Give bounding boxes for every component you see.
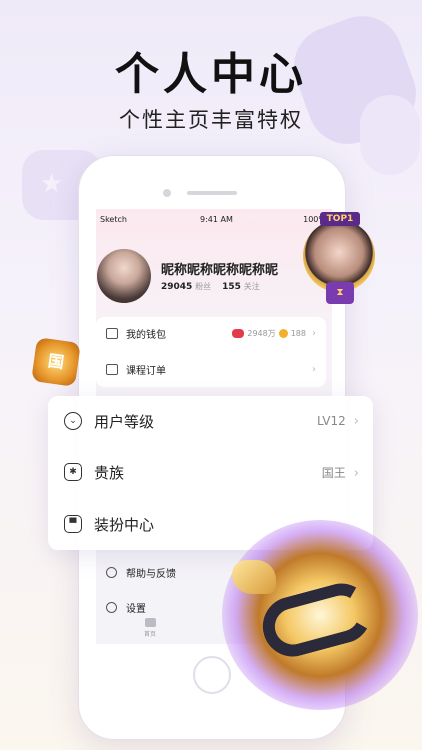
- status-bar: Sketch 9:41 AM 100%: [96, 215, 332, 227]
- noble-value-wrap: 国王 ›: [322, 464, 359, 481]
- promo-subline: 个性主页丰富特权: [119, 108, 303, 132]
- chevron-right-icon: ›: [353, 465, 359, 481]
- noble-icon: ✱: [64, 463, 82, 481]
- course-chevron: ›: [309, 364, 316, 375]
- noble-label: 贵族: [94, 463, 125, 482]
- book-icon: [106, 363, 118, 375]
- level-label: 用户等级: [94, 412, 155, 431]
- wallet-card: 我的钱包 2948万 188 › 课程订单 ›: [96, 317, 326, 387]
- follow-stats: 29045 粉丝 155 关注: [161, 281, 268, 292]
- tab-home[interactable]: 首页: [140, 618, 160, 638]
- wallet-icon: [106, 327, 118, 339]
- status-time: 9:41 AM: [200, 215, 233, 224]
- user-level-row[interactable]: ⌄ 用户等级 LV12 ›: [64, 406, 359, 436]
- level-value-wrap: LV12 ›: [317, 414, 359, 429]
- tab-home-label: 首页: [143, 631, 156, 638]
- chevron-right-icon: ›: [312, 327, 316, 339]
- fans-count[interactable]: 29045: [161, 282, 192, 292]
- wallet-row[interactable]: 我的钱包 2948万 188 ›: [106, 323, 316, 343]
- camera: [163, 189, 171, 197]
- chevron-right-icon: ›: [312, 363, 316, 375]
- gear-icon: [106, 601, 117, 613]
- wallet-label: 我的钱包: [126, 329, 166, 341]
- avatar[interactable]: [97, 249, 151, 303]
- badge-top-text: TOP1: [320, 212, 360, 226]
- help-label: 帮助与反馈: [126, 568, 176, 580]
- noble-value: 国王: [321, 465, 346, 480]
- dress-label: 装扮中心: [94, 515, 155, 534]
- dragon-head: [232, 560, 276, 594]
- fans-label: 粉丝: [195, 282, 212, 291]
- help-row[interactable]: 帮助与反馈: [106, 562, 176, 582]
- nickname: 昵称昵称昵称昵称昵: [161, 263, 279, 278]
- chevron-down-icon: ⌄: [64, 412, 82, 430]
- chevron-right-icon: ›: [353, 413, 359, 429]
- follow-count[interactable]: 155: [222, 282, 241, 292]
- home-icon: [144, 618, 156, 627]
- coin-icon: [278, 328, 288, 338]
- coin-count: 188: [290, 328, 306, 338]
- shirt-icon: ▀: [64, 515, 82, 533]
- wallet-balance: 2948万 188 ›: [232, 328, 316, 339]
- home-button[interactable]: [193, 656, 231, 694]
- follow-label: 关注: [243, 282, 260, 291]
- promo-headline: 个人中心: [115, 49, 307, 100]
- speaker: [187, 191, 237, 195]
- dragon-decoration: [222, 520, 418, 710]
- course-order-row[interactable]: 课程订单 ›: [106, 359, 316, 379]
- hourglass-icon: ⧗: [326, 282, 354, 304]
- noble-row[interactable]: ✱ 贵族 国王 ›: [64, 457, 359, 487]
- settings-row[interactable]: 设置: [106, 597, 146, 617]
- king-badge-icon: 国: [31, 337, 81, 387]
- gem-count: 2948万: [247, 328, 276, 338]
- carrier-label: Sketch: [100, 215, 127, 224]
- pen-icon: [106, 566, 117, 578]
- star-icon: ★: [40, 169, 64, 199]
- level-value: LV12: [316, 413, 346, 428]
- course-label: 课程订单: [126, 365, 166, 377]
- top1-badge: TOP1 ⧗: [300, 212, 382, 308]
- gem-icon: [232, 328, 245, 338]
- settings-label: 设置: [126, 603, 146, 615]
